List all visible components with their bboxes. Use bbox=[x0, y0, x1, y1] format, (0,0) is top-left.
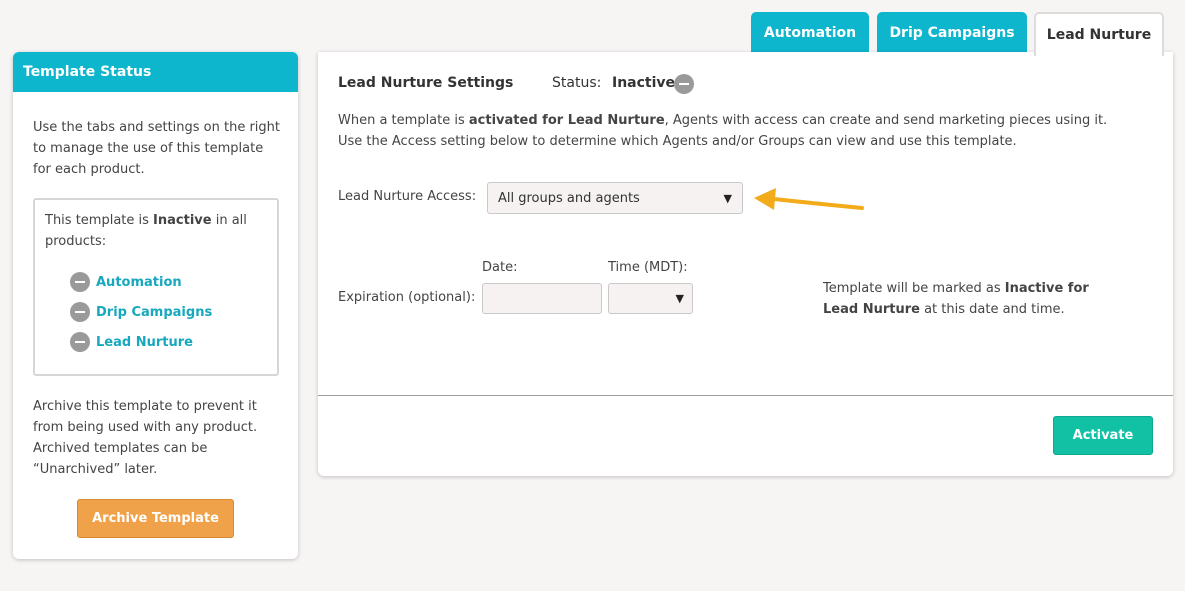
status-inactive: Inactive bbox=[153, 213, 212, 228]
archive-template-button[interactable]: Archive Template bbox=[77, 499, 234, 538]
tab-automation[interactable]: Automation bbox=[751, 12, 869, 53]
status-prefix: This template is bbox=[45, 213, 154, 228]
product-status-text: This template is Inactive in all product… bbox=[45, 210, 270, 252]
archive-description: Archive this template to prevent it from… bbox=[33, 399, 258, 477]
date-input[interactable] bbox=[482, 283, 602, 314]
settings-description: When a template is activated for Lead Nu… bbox=[338, 110, 1128, 152]
chevron-down-icon: ▼ bbox=[675, 292, 684, 305]
access-select-value: All groups and agents bbox=[498, 190, 640, 206]
template-status-intro: Use the tabs and settings on the right t… bbox=[33, 120, 281, 177]
expiration-note: Template will be marked as Inactive for … bbox=[823, 278, 1123, 320]
minus-circle-icon bbox=[70, 272, 90, 292]
lead-nurture-settings-panel: Lead Nurture Settings Status: Inactive W… bbox=[318, 52, 1173, 476]
product-status-box: This template is Inactive in all product… bbox=[33, 198, 279, 376]
product-item-automation: Automation bbox=[70, 272, 182, 292]
tab-drip-campaigns[interactable]: Drip Campaigns bbox=[877, 12, 1027, 53]
template-status-title: Template Status bbox=[13, 52, 298, 92]
tab-lead-nurture[interactable]: Lead Nurture bbox=[1034, 12, 1164, 56]
divider bbox=[318, 395, 1173, 396]
time-select[interactable]: ▼ bbox=[608, 283, 693, 314]
minus-circle-icon bbox=[70, 332, 90, 352]
settings-title: Lead Nurture Settings bbox=[338, 75, 514, 91]
desc-bold: activated for Lead Nurture bbox=[468, 113, 665, 128]
minus-circle-icon bbox=[674, 74, 694, 94]
template-status-panel: Template Status Use the tabs and setting… bbox=[13, 52, 298, 559]
minus-circle-icon bbox=[70, 302, 90, 322]
product-link-drip-campaigns[interactable]: Drip Campaigns bbox=[96, 305, 212, 320]
product-item-drip-campaigns: Drip Campaigns bbox=[70, 302, 212, 322]
chevron-down-icon: ▼ bbox=[723, 191, 732, 205]
time-label: Time (MDT): bbox=[608, 260, 688, 275]
exp-note-part2: at this date and time. bbox=[919, 302, 1065, 317]
status-label: Status: bbox=[552, 75, 602, 91]
product-item-lead-nurture: Lead Nurture bbox=[70, 332, 193, 352]
product-link-automation[interactable]: Automation bbox=[96, 275, 182, 290]
exp-note-part1: Template will be marked as bbox=[823, 281, 1005, 296]
product-link-lead-nurture[interactable]: Lead Nurture bbox=[96, 335, 193, 350]
arrow-left-icon bbox=[754, 188, 864, 210]
access-select[interactable]: All groups and agents ▼ bbox=[487, 182, 743, 214]
access-label: Lead Nurture Access: bbox=[338, 189, 477, 204]
date-label: Date: bbox=[482, 260, 518, 275]
activate-button[interactable]: Activate bbox=[1053, 416, 1153, 455]
desc-part1: When a template is bbox=[338, 113, 469, 128]
expiration-label: Expiration (optional): bbox=[338, 290, 476, 305]
status-value: Inactive bbox=[612, 75, 676, 91]
